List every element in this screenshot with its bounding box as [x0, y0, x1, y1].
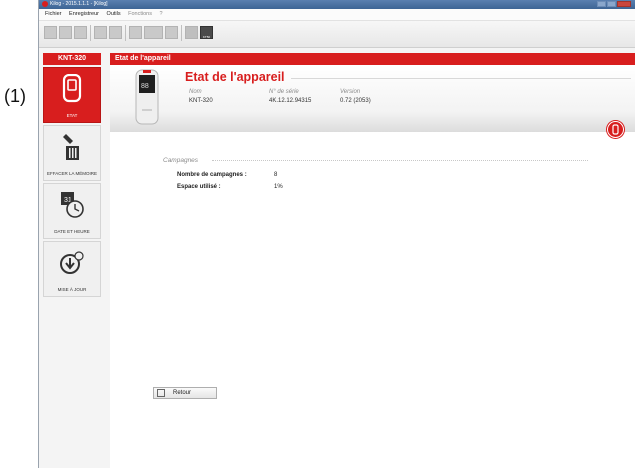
app-icon — [42, 1, 48, 7]
panel-header: Etat de l'appareil — [110, 53, 635, 65]
sidebar-item-mise-a-jour[interactable]: MISE À JOUR — [43, 241, 101, 297]
espace-utilise-label: Espace utilisé : — [177, 184, 221, 190]
version-value: 0.72 (2053) — [340, 98, 371, 104]
sidebar: KNT-320 ETAT EFFACER LA MÉMOIRE 31 DATE … — [43, 53, 101, 468]
toolbar-separator — [90, 25, 91, 41]
maximize-button[interactable] — [607, 1, 616, 7]
sidebar-item-label: DATE ET HEURE — [54, 229, 90, 234]
config-icon[interactable] — [165, 26, 178, 39]
window-controls — [597, 1, 631, 7]
sidebar-item-effacer[interactable]: EFFACER LA MÉMOIRE — [43, 125, 101, 181]
retour-button[interactable]: Retour — [153, 387, 217, 399]
sidebar-item-label: MISE À JOUR — [57, 287, 87, 292]
sidebar-item-etat[interactable]: ETAT — [43, 67, 101, 123]
download-icon[interactable] — [129, 26, 142, 39]
retour-label: Retour — [173, 390, 192, 396]
print-icon[interactable] — [109, 26, 122, 39]
update-icon — [60, 251, 84, 274]
settings-icon[interactable] — [185, 26, 198, 39]
nom-label: Nom — [189, 89, 202, 95]
menu-enregistreur[interactable]: Enregistreur — [69, 11, 99, 17]
open-file-icon[interactable] — [44, 26, 57, 39]
menu-fichier[interactable]: Fichier — [45, 11, 62, 17]
transfer-icon[interactable] — [144, 26, 163, 39]
device-image: 88 — [135, 69, 159, 125]
back-icon — [157, 389, 165, 397]
campagnes-title: Campagnes — [163, 157, 199, 164]
sidebar-title: KNT-320 — [43, 53, 101, 65]
nom-value: KNT-320 — [189, 98, 213, 104]
erase-icon — [63, 134, 79, 160]
device-kt50-icon[interactable]: KT50 — [200, 26, 213, 39]
close-button[interactable] — [617, 1, 631, 7]
menu-bar: Fichier Enregistreur Outils Fonctions ? — [39, 9, 635, 21]
version-label: Version — [340, 89, 361, 95]
toolbar-separator — [125, 25, 126, 41]
minimize-button[interactable] — [597, 1, 606, 7]
sidebar-item-label: ETAT — [66, 113, 78, 118]
device-banner: 88 Etat de l'appareil Nom KNT-320 N° de … — [110, 65, 635, 132]
title-divider — [291, 78, 631, 79]
calendar-clock-icon: 31 — [61, 192, 84, 218]
device-status-icon — [607, 121, 624, 138]
page-title: Etat de l'appareil — [185, 70, 285, 84]
menu-help[interactable]: ? — [160, 11, 163, 17]
save-icon[interactable] — [59, 26, 72, 39]
serie-label: N° de série — [269, 89, 299, 95]
espace-utilise-value: 1% — [274, 184, 283, 190]
sidebar-item-date-heure[interactable]: 31 DATE ET HEURE — [43, 183, 101, 239]
svg-text:88: 88 — [141, 83, 149, 90]
print-preview-icon[interactable] — [94, 26, 107, 39]
campagnes-divider — [212, 160, 588, 161]
annotation-label: (1) — [4, 86, 26, 106]
serie-value: 4K.12.12.94315 — [269, 98, 312, 104]
menu-fonctions[interactable]: Fonctions — [128, 11, 152, 17]
nombre-campagnes-label: Nombre de campagnes : — [177, 172, 247, 178]
window-title: Kilog - 2015.1.1.1 - [Kilog] — [50, 1, 108, 7]
menu-outils[interactable]: Outils — [107, 11, 121, 17]
sidebar-item-label: EFFACER LA MÉMOIRE — [46, 171, 97, 176]
toolbar: KT50 — [39, 21, 635, 48]
title-bar: Kilog - 2015.1.1.1 - [Kilog] — [39, 0, 635, 9]
export-icon[interactable] — [74, 26, 87, 39]
toolbar-separator — [181, 25, 182, 41]
nombre-campagnes-value: 8 — [274, 172, 278, 178]
main-panel: Etat de l'appareil 88 Etat de l'appareil… — [110, 53, 635, 468]
device-icon — [62, 74, 82, 103]
